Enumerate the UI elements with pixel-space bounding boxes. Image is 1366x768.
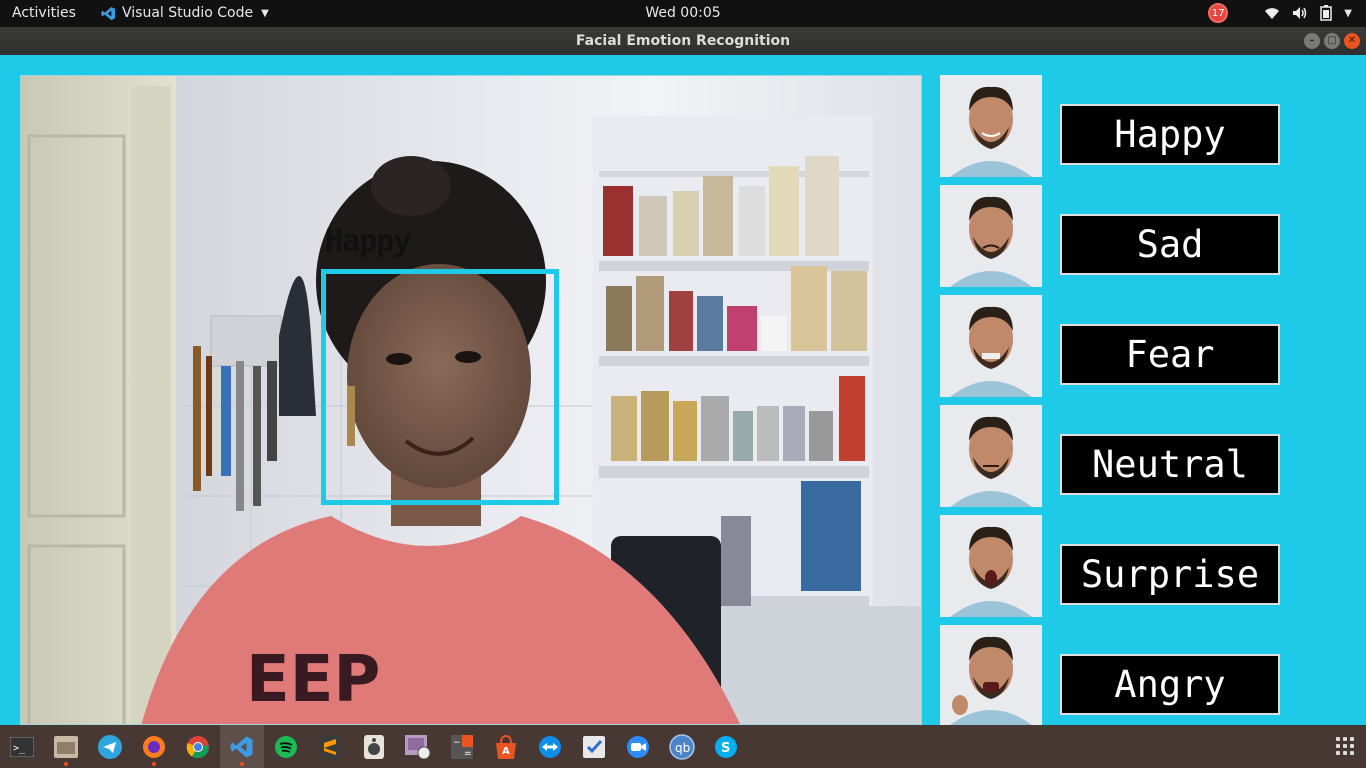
dock-item-files[interactable] <box>44 725 88 768</box>
close-button[interactable]: ✕ <box>1344 33 1360 49</box>
svg-text:>_: >_ <box>13 743 26 754</box>
window-title-bar[interactable]: Facial Emotion Recognition – □ ✕ <box>0 27 1366 55</box>
dock-item-spotify[interactable] <box>264 725 308 768</box>
emotion-thumbnail <box>940 625 1042 725</box>
dock-item-software[interactable]: A <box>484 725 528 768</box>
camera-feed: EEP Happy <box>20 75 922 725</box>
emotion-thumbnail <box>940 185 1042 287</box>
todo-icon <box>583 735 605 758</box>
dock-item-telegram[interactable] <box>88 725 132 768</box>
skype-icon: S <box>715 735 737 758</box>
svg-text:S: S <box>721 741 730 756</box>
top-bar: Activities Visual Studio Code ▼ Wed 00:0… <box>0 0 1366 27</box>
emotion-row-angry: Angry <box>940 625 1280 725</box>
dock-item-todo[interactable] <box>572 725 616 768</box>
teamviewer-icon <box>539 735 561 758</box>
calculator-icon: − = <box>451 734 473 759</box>
dock-item-zoom[interactable] <box>616 725 660 768</box>
svg-text:qb: qb <box>675 741 690 755</box>
dock-item-sublime[interactable] <box>308 725 352 768</box>
spotify-icon <box>275 735 297 758</box>
zoom-icon <box>627 735 649 758</box>
chrome-icon <box>186 735 209 758</box>
dock-item-calculator[interactable]: − = <box>440 725 484 768</box>
emotion-button-neutral[interactable]: Neutral <box>1060 434 1280 495</box>
dock-item-speaker[interactable] <box>352 725 396 768</box>
wifi-icon <box>1265 8 1280 19</box>
face-detection-box <box>321 269 559 505</box>
emotion-button-surprise[interactable]: Surprise <box>1060 544 1280 605</box>
dock-item-image-viewer[interactable] <box>396 725 440 768</box>
files-icon <box>54 735 78 758</box>
software-center-icon: A <box>496 734 516 759</box>
emotion-row-sad: Sad <box>940 185 1280 287</box>
terminal-icon: >_ <box>10 736 34 757</box>
dock-item-terminal[interactable]: >_ <box>0 725 44 768</box>
dock-item-firefox[interactable] <box>132 725 176 768</box>
dock: >_ − = A qb S <box>0 725 1366 768</box>
dock-item-skype[interactable]: S <box>704 725 748 768</box>
emotion-row-surprise: Surprise <box>940 515 1280 617</box>
emotion-button-fear[interactable]: Fear <box>1060 324 1280 385</box>
firefox-icon <box>143 735 165 758</box>
dock-item-teamviewer[interactable] <box>528 725 572 768</box>
chevron-down-icon: ▼ <box>1344 7 1352 19</box>
emotion-thumbnail <box>940 515 1042 617</box>
emotion-thumbnail <box>940 75 1042 177</box>
emotion-button-angry[interactable]: Angry <box>1060 654 1280 715</box>
battery-icon <box>1320 5 1333 21</box>
speaker-icon <box>364 734 384 759</box>
show-applications-icon[interactable] <box>1336 737 1354 755</box>
emotion-row-fear: Fear <box>940 295 1280 397</box>
clock[interactable]: Wed 00:05 <box>645 5 720 21</box>
dock-item-vscode[interactable] <box>220 725 264 768</box>
vscode-icon <box>230 736 253 757</box>
volume-icon <box>1293 7 1307 19</box>
emotion-row-happy: Happy <box>940 75 1280 177</box>
dock-item-chrome[interactable] <box>176 725 220 768</box>
qbittorrent-icon: qb <box>669 733 695 760</box>
sublime-text-icon <box>319 734 341 759</box>
minimize-button[interactable]: – <box>1304 33 1320 49</box>
notification-badge[interactable]: 17 <box>1208 3 1229 23</box>
system-tray[interactable]: 17 ▼ <box>1208 3 1352 23</box>
svg-text:A: A <box>502 746 510 757</box>
emotion-thumbnail <box>940 295 1042 397</box>
window-title: Facial Emotion Recognition <box>575 33 791 49</box>
svg-text:−: − <box>453 738 461 748</box>
emotion-row-neutral: Neutral <box>940 405 1280 507</box>
detected-emotion-label: Happy <box>325 224 411 259</box>
image-viewer-icon <box>405 734 431 759</box>
maximize-button[interactable]: □ <box>1324 33 1340 49</box>
emotion-button-sad[interactable]: Sad <box>1060 214 1280 275</box>
svg-text:=: = <box>464 749 472 759</box>
emotion-thumbnail <box>940 405 1042 507</box>
shirt-print: EEP <box>246 643 380 717</box>
telegram-icon <box>98 734 122 759</box>
emotion-button-happy[interactable]: Happy <box>1060 104 1280 165</box>
dock-item-qbittorrent[interactable]: qb <box>660 725 704 768</box>
